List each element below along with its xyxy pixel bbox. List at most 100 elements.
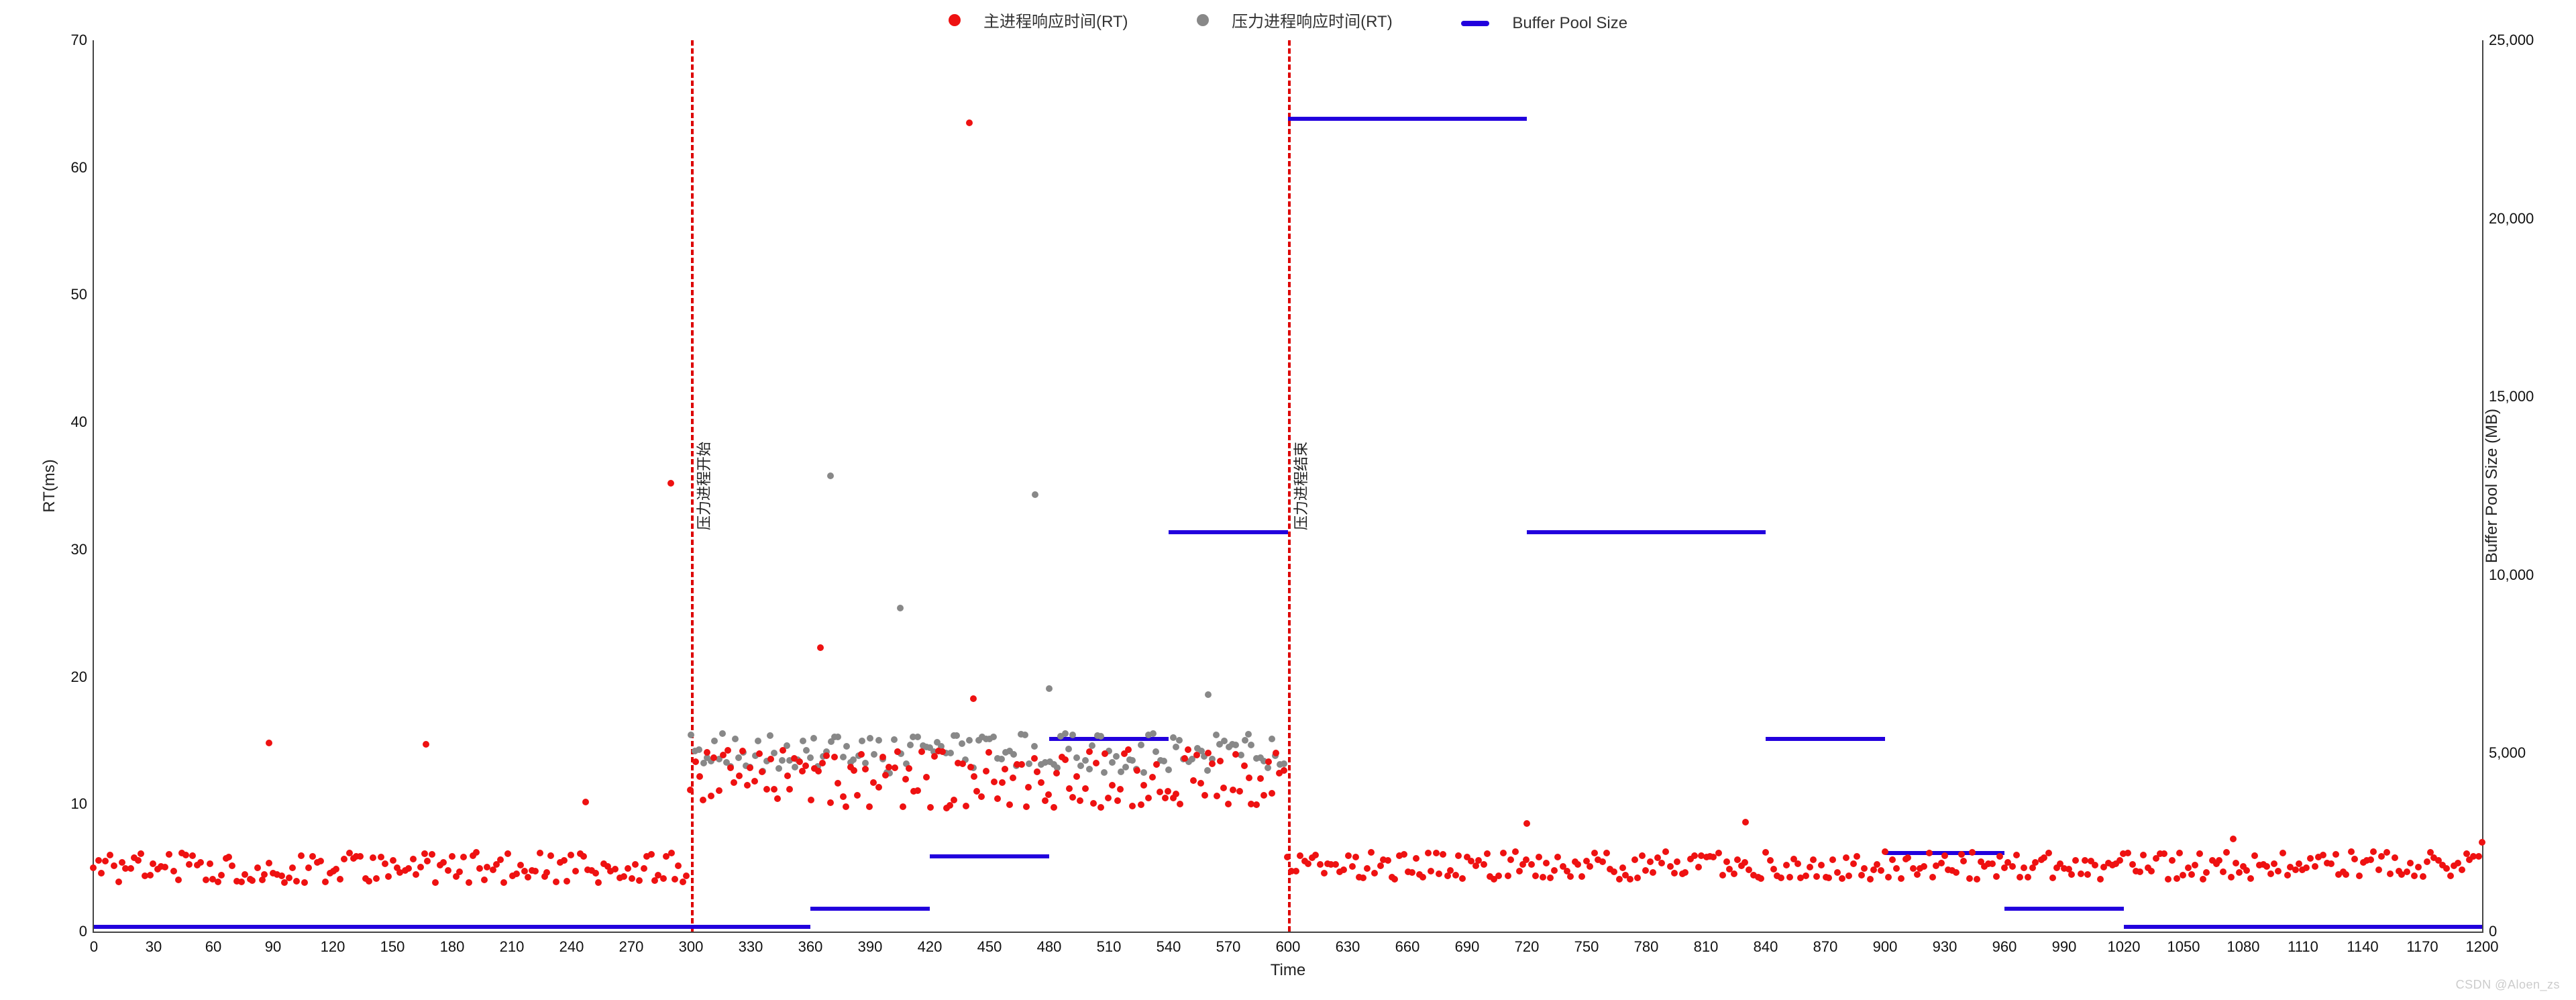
data-point xyxy=(2196,850,2203,857)
y-axis-left-label: RT(ms) xyxy=(40,459,59,513)
data-point xyxy=(1484,850,1491,857)
data-point xyxy=(1603,850,1610,856)
data-point xyxy=(882,772,889,779)
data-point xyxy=(1345,852,1352,859)
data-point xyxy=(298,852,305,859)
data-point xyxy=(1209,760,1216,767)
x-tick: 660 xyxy=(1395,938,1420,956)
data-point xyxy=(1065,746,1072,752)
data-point xyxy=(1077,797,1083,804)
data-point xyxy=(939,748,946,755)
data-point xyxy=(449,853,455,860)
data-point xyxy=(1122,764,1129,770)
data-point xyxy=(2271,860,2277,867)
data-point xyxy=(293,878,300,885)
data-point xyxy=(504,850,511,857)
data-point xyxy=(1829,856,1836,863)
data-point xyxy=(476,865,483,872)
data-point xyxy=(249,877,256,884)
data-point xyxy=(333,866,339,872)
x-tick: 1050 xyxy=(2167,938,2200,956)
data-point xyxy=(1312,852,1319,858)
y-left-tick: 70 xyxy=(51,32,87,49)
data-point xyxy=(923,774,930,781)
data-point xyxy=(378,854,384,860)
data-point xyxy=(1682,869,1688,876)
data-point xyxy=(1086,748,1093,755)
data-point xyxy=(2203,869,2210,876)
data-point xyxy=(1010,751,1017,758)
data-point xyxy=(1069,794,1076,801)
data-point xyxy=(2420,873,2426,880)
data-point xyxy=(914,734,921,740)
legend-dot-stress xyxy=(1197,14,1209,26)
data-point xyxy=(1885,874,1892,881)
data-point xyxy=(641,865,647,872)
data-point xyxy=(1284,854,1291,860)
data-point xyxy=(771,786,777,793)
data-point xyxy=(261,871,268,878)
data-point-outlier xyxy=(1046,685,1053,692)
data-point xyxy=(1062,730,1069,737)
data-point xyxy=(1173,791,1179,797)
data-point xyxy=(675,862,682,869)
data-point xyxy=(827,799,834,806)
data-point xyxy=(1129,757,1136,764)
data-point xyxy=(1807,864,1813,870)
data-point xyxy=(1077,762,1084,769)
data-point-outlier xyxy=(1205,691,1212,698)
data-point xyxy=(107,852,113,858)
buffer-step xyxy=(691,925,810,929)
data-point xyxy=(1317,861,1324,868)
data-point xyxy=(2009,863,2016,870)
data-point-outlier xyxy=(970,695,977,702)
data-point xyxy=(238,879,245,885)
x-axis-label: Time xyxy=(1271,961,1305,980)
data-point xyxy=(460,854,467,860)
data-point xyxy=(1882,848,1888,855)
data-point xyxy=(1428,868,1434,874)
data-point xyxy=(1082,757,1089,764)
data-point xyxy=(1025,784,1032,791)
x-tick: 120 xyxy=(321,938,345,956)
data-point xyxy=(1157,789,1163,795)
data-point xyxy=(2192,862,2198,868)
data-point xyxy=(998,756,1005,762)
data-point xyxy=(1173,744,1179,750)
y-left-tick: 10 xyxy=(51,795,87,813)
x-tick: 0 xyxy=(90,938,98,956)
data-point xyxy=(1232,751,1239,758)
x-tick: 720 xyxy=(1515,938,1540,956)
data-point xyxy=(859,738,865,744)
x-tick: 180 xyxy=(440,938,465,956)
data-point xyxy=(182,852,189,858)
data-point xyxy=(1667,863,1674,870)
y-right-tick: 20,000 xyxy=(2489,210,2542,228)
data-point xyxy=(1587,863,1593,870)
data-point xyxy=(1926,850,1933,856)
data-point xyxy=(668,850,675,856)
data-point xyxy=(2185,864,2192,871)
data-point xyxy=(1260,792,1267,799)
data-point xyxy=(1762,849,1769,856)
data-point xyxy=(1500,850,1507,856)
data-point xyxy=(1898,875,1904,882)
data-point xyxy=(366,878,372,885)
data-point xyxy=(1834,869,1841,876)
x-tick: 930 xyxy=(1933,938,1957,956)
data-point xyxy=(708,793,714,799)
data-point xyxy=(2356,872,2363,879)
data-point xyxy=(497,856,504,863)
data-point xyxy=(2169,857,2176,864)
data-point xyxy=(203,877,209,883)
data-point xyxy=(370,854,376,861)
data-point xyxy=(357,853,364,860)
data-point xyxy=(1257,775,1264,782)
data-point xyxy=(1101,769,1108,776)
data-point xyxy=(301,879,308,886)
data-point xyxy=(2017,874,2023,881)
data-point xyxy=(1619,864,1626,871)
data-point xyxy=(999,779,1006,786)
buffer-step xyxy=(2124,925,2482,929)
data-point xyxy=(1921,863,1927,870)
